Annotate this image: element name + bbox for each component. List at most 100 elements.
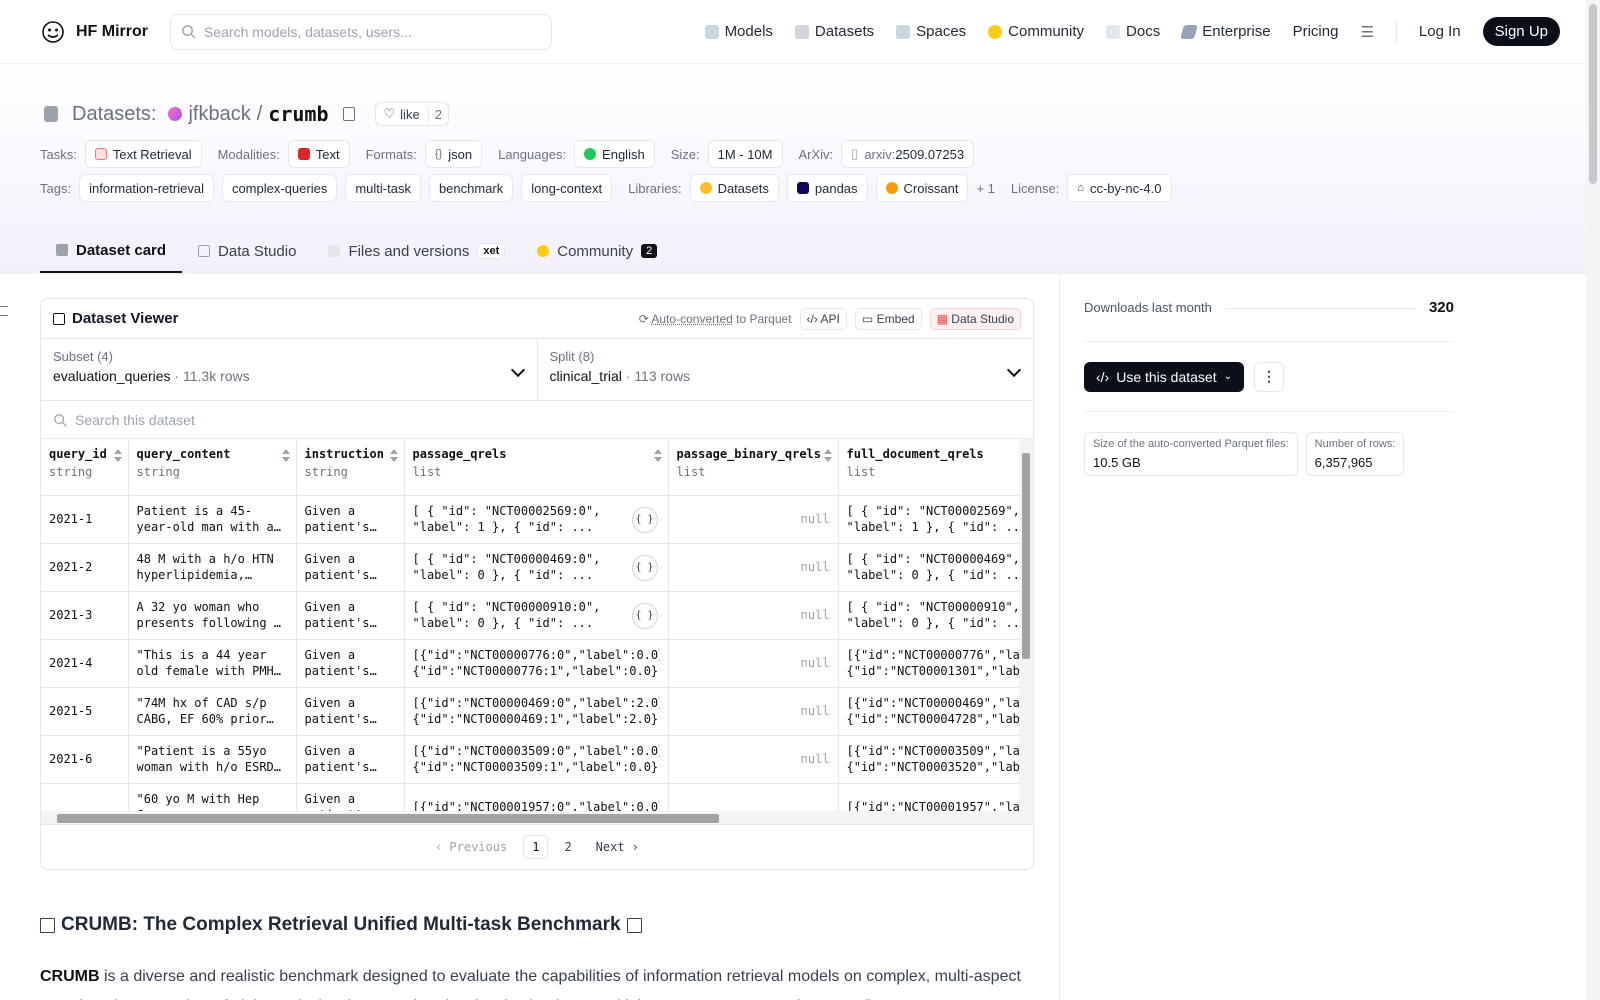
table-cell[interactable]: Given a patient's description...: [296, 495, 405, 544]
column-header[interactable]: passage_qrels list: [404, 439, 669, 496]
library-chip-datasets[interactable]: Datasets: [689, 174, 779, 202]
table-row[interactable]: 2021-3 A 32 yo woman who presents followi…: [41, 591, 1033, 640]
sort-icon[interactable]: [281, 449, 290, 463]
table-cell[interactable]: [ { "id": "NCT00000910", "label": 0 }, {…: [838, 591, 1033, 640]
table-cell[interactable]: null: [668, 735, 839, 784]
column-header[interactable]: instruction string: [296, 439, 405, 496]
expand-json-icon[interactable]: { }: [631, 602, 658, 629]
toc-icon[interactable]: [0, 306, 8, 316]
horizontal-scroll-thumb[interactable]: [57, 814, 719, 823]
task-chip[interactable]: Text Retrieval: [84, 140, 202, 168]
table-cell[interactable]: 2021-3: [41, 591, 129, 640]
page-scrollbar[interactable]: [1586, 0, 1600, 1000]
copy-icon[interactable]: [342, 107, 355, 121]
tab-community[interactable]: Community 2: [521, 229, 673, 273]
next-button[interactable]: Next ›: [588, 836, 647, 858]
library-chip-croissant[interactable]: Croissant: [875, 174, 969, 202]
nav-pricing[interactable]: Pricing: [1293, 23, 1339, 40]
table-cell[interactable]: null: [668, 639, 839, 688]
table-row[interactable]: "60 yo M with Hep C... Given a patient's …: [41, 783, 1033, 811]
library-chip-pandas[interactable]: pandas: [786, 174, 868, 202]
signup-button[interactable]: Sign Up: [1482, 17, 1560, 46]
tag-chip[interactable]: complex-queries: [221, 174, 338, 202]
vertical-scroll-thumb[interactable]: [1022, 453, 1030, 659]
nav-docs[interactable]: Docs: [1106, 23, 1160, 40]
nav-models[interactable]: Models: [704, 23, 773, 40]
global-search-input[interactable]: [204, 23, 524, 40]
table-row[interactable]: 2021-1 Patient is a 45-year-old man with …: [41, 495, 1033, 544]
embed-button[interactable]: ▭ Embed: [854, 307, 922, 330]
table-cell[interactable]: 2021-1: [41, 495, 129, 544]
table-cell[interactable]: null: [668, 543, 839, 592]
table-cell[interactable]: [ { "id": "NCT00000469:0", "label": 0 },…: [404, 543, 669, 592]
table-cell[interactable]: 2021-5: [41, 687, 129, 736]
table-cell[interactable]: null: [668, 687, 839, 736]
more-options-icon[interactable]: ⋮: [1254, 361, 1284, 392]
menu-icon[interactable]: ☰: [1360, 23, 1373, 41]
table-cell[interactable]: [ { "id": "NCT00002569", "label": 1 }, {…: [838, 495, 1033, 544]
modality-chip[interactable]: Text: [287, 140, 350, 168]
data-studio-button[interactable]: ▦ Data Studio: [929, 307, 1021, 330]
tab-data-studio[interactable]: Data Studio: [182, 229, 312, 273]
table-cell[interactable]: [{"id":"NCT00000776:0","label":0.0}, {"i…: [404, 639, 669, 688]
table-cell[interactable]: A 32 yo woman who presents following a m…: [128, 591, 297, 640]
table-cell[interactable]: 2021-4: [41, 639, 129, 688]
expand-json-icon[interactable]: { }: [631, 506, 658, 533]
table-cell[interactable]: 48 M with a h/o HTN hyperlipidemia, bicu…: [128, 543, 297, 592]
table-cell[interactable]: [{"id":"NCT00000469:0","label":2.0}, {"i…: [404, 687, 669, 736]
api-button[interactable]: ‹/› API: [799, 307, 847, 330]
nav-spaces[interactable]: Spaces: [896, 23, 966, 40]
section-label[interactable]: Datasets:: [72, 103, 156, 126]
repo-name[interactable]: crumb: [268, 102, 328, 126]
brand[interactable]: HF Mirror: [40, 19, 148, 45]
table-cell[interactable]: Given a patient's description...: [296, 783, 405, 811]
table-cell[interactable]: null: [668, 495, 839, 544]
table-cell[interactable]: Given a patient's description...: [296, 735, 405, 784]
use-dataset-button[interactable]: ‹/› Use this dataset ⌄: [1084, 361, 1244, 392]
table-cell[interactable]: [{"id":"NCT00001957:0","label":0.0},...: [404, 783, 669, 811]
page-2[interactable]: 2: [556, 836, 579, 858]
global-search[interactable]: [170, 13, 552, 50]
table-cell[interactable]: [668, 783, 839, 811]
table-row[interactable]: 2021-6 "Patient is a 55yo woman with h/o …: [41, 735, 1033, 784]
tab-files[interactable]: Files and versions xet: [312, 229, 521, 273]
table-cell[interactable]: [{"id":"NCT00001957","label":0.0},...: [838, 783, 1033, 811]
auto-converted[interactable]: ⟳ Auto-converted to Parquet: [639, 312, 792, 326]
table-row[interactable]: 2021-4 "This is a 44 year old female with…: [41, 639, 1033, 688]
table-cell[interactable]: 2021-6: [41, 735, 129, 784]
login-link[interactable]: Log In: [1419, 23, 1461, 40]
tag-chip[interactable]: multi-task: [345, 174, 421, 202]
table-cell[interactable]: Given a patient's description...: [296, 543, 405, 592]
language-chip[interactable]: English: [574, 140, 655, 168]
table-cell[interactable]: [ { "id": "NCT00000910:0", "label": 0 },…: [404, 591, 669, 640]
column-header[interactable]: query_id string: [41, 439, 129, 496]
sort-icon[interactable]: [113, 449, 122, 463]
like-button[interactable]: ♡ like 2: [374, 102, 449, 126]
split-select[interactable]: Split (8) clinical_trial · 113 rows: [536, 339, 1034, 400]
libraries-more[interactable]: + 1: [976, 181, 994, 196]
page-1[interactable]: 1: [523, 835, 549, 859]
column-header[interactable]: passage_binary_qrels list: [668, 439, 839, 496]
tab-dataset-card[interactable]: Dataset card: [40, 229, 183, 273]
nav-enterprise[interactable]: Enterprise: [1180, 23, 1271, 40]
table-cell[interactable]: [{"id":"NCT00000776","label":0.0}, {"id"…: [838, 639, 1033, 688]
table-cell[interactable]: [41, 783, 129, 811]
table-cell[interactable]: "74M hx of CAD s/p CABG, EF 60% prior CV…: [128, 687, 297, 736]
table-cell[interactable]: [ { "id": "NCT00000469", "label": 0 }, {…: [838, 543, 1033, 592]
tag-chip[interactable]: information-retrieval: [79, 174, 214, 202]
table-cell[interactable]: [{"id":"NCT00000469","label":2.0}, {"id"…: [838, 687, 1033, 736]
horizontal-scrollbar[interactable]: [41, 811, 1033, 825]
tag-chip[interactable]: benchmark: [428, 174, 514, 202]
page-scroll-thumb[interactable]: [1589, 4, 1597, 184]
table-cell[interactable]: [{"id":"NCT00003509","label":0.0}, {"id"…: [838, 735, 1033, 784]
sort-icon[interactable]: [653, 449, 662, 463]
format-chip[interactable]: {} json: [424, 140, 483, 168]
table-row[interactable]: 2021-5 "74M hx of CAD s/p CABG, EF 60% pr…: [41, 687, 1033, 736]
table-cell[interactable]: Given a patient's description...: [296, 639, 405, 688]
vertical-scrollbar[interactable]: [1019, 439, 1033, 811]
table-row[interactable]: 2021-2 48 M with a h/o HTN hyperlipidemia…: [41, 543, 1033, 592]
table-cell[interactable]: "60 yo M with Hep C...: [128, 783, 297, 811]
nav-community[interactable]: Community: [988, 23, 1084, 40]
owner-link[interactable]: jfkback: [188, 103, 250, 126]
table-cell[interactable]: 2021-2: [41, 543, 129, 592]
